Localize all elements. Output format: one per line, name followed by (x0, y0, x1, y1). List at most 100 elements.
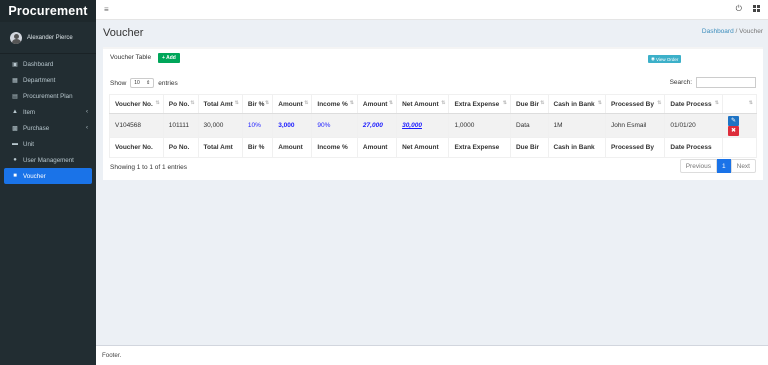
truck-icon: ▬ (12, 141, 18, 147)
cell-total-amt: 30,000 (197, 113, 243, 138)
column-footer: Due Bir (509, 137, 549, 158)
eye-icon: ◉ (651, 56, 655, 61)
cell-po-no: 101111 (162, 113, 199, 138)
column-footer: Po No. (162, 137, 199, 158)
sidebar-item-label: Voucher (23, 172, 46, 180)
cell-extra-expense: 1,0000 (448, 113, 511, 138)
column-footer: Voucher No. (109, 137, 164, 158)
menu-toggle-icon[interactable]: ≡ (104, 5, 109, 14)
sidebar-item-purchase[interactable]: ▩ Purchase ‹ (0, 120, 96, 136)
sidebar-item-unit[interactable]: ▬ Unit (0, 136, 96, 152)
edit-icon[interactable]: ✎ (728, 115, 739, 126)
column-footer (722, 137, 757, 158)
next-button[interactable]: Next (730, 159, 756, 173)
cell-voucher-no: V104568 (109, 113, 164, 138)
cell-cash-in-bank: 1M (547, 113, 606, 138)
sort-icon: ⇅ (388, 100, 394, 106)
sidebar-item-label: User Management (23, 156, 74, 164)
sidebar: Procurement Alexander Pierce ▣ Dashboard… (0, 0, 96, 365)
brand-logo[interactable]: Procurement (0, 0, 96, 22)
dashboard-icon: ▣ (12, 61, 18, 68)
users-icon: ● (13, 157, 17, 163)
page-title: Voucher (103, 27, 144, 39)
cell-amount-2: 27,000 (356, 113, 398, 138)
add-button[interactable]: + Add (158, 53, 180, 63)
briefcase-icon: ▩ (12, 125, 18, 132)
column-footer: Amount (356, 137, 398, 158)
footer-text: Footer. (102, 352, 122, 359)
sort-icon: ⇅ (265, 100, 270, 106)
column-footer: Extra Expense (448, 137, 511, 158)
column-header[interactable]: Extra Expense ⇅ (448, 94, 511, 114)
voucher-icon: ■ (13, 173, 17, 179)
page-1-button[interactable]: 1 (717, 159, 731, 173)
entries-label: entries (158, 79, 178, 87)
breadcrumb-dashboard[interactable]: Dashboard (702, 28, 734, 35)
table-row: V104568 101111 30,000 10% 3,000 90% 27,0… (109, 113, 757, 138)
sort-icon: ⇅ (304, 100, 309, 106)
sort-icon: ⇅ (190, 100, 195, 106)
sidebar-item-item[interactable]: ▲ Item ‹ (0, 104, 96, 120)
delete-icon[interactable]: ✖ (728, 125, 739, 136)
sort-icon: ⇅ (155, 100, 160, 106)
column-header[interactable]: Processed By ⇅ (604, 94, 666, 114)
column-footer: Bir % (241, 137, 274, 158)
user-panel: Alexander Pierce (0, 22, 96, 54)
cell-amount: 3,000 (272, 113, 313, 138)
column-header[interactable]: Income % ⇅ (311, 94, 358, 114)
column-header[interactable]: Amount ⇅ (272, 94, 313, 114)
sidebar-item-label: Unit (23, 140, 35, 148)
column-header[interactable]: Total Amt ⇅ (197, 94, 243, 114)
sidebar-menu: ▣ Dashboard ▦ Department ▤ Procurement P… (0, 56, 96, 184)
grid-icon[interactable] (753, 5, 760, 12)
column-header[interactable]: Due Bir ⇅ (509, 94, 549, 114)
sort-icon: ⇅ (234, 100, 239, 106)
column-header[interactable]: Voucher No. ⇅ (109, 94, 164, 114)
column-header[interactable]: Bir % ⇅ (241, 94, 274, 114)
sort-icon: ⇅ (349, 100, 354, 106)
sidebar-item-label: Item (23, 108, 36, 116)
cell-due-bir: Data (509, 113, 549, 138)
cell-income-pct: 90% (311, 113, 358, 138)
column-footer: Date Process (664, 137, 723, 158)
sidebar-item-voucher[interactable]: ■ Voucher (4, 168, 92, 184)
sidebar-item-department[interactable]: ▦ Department (0, 72, 96, 88)
column-footer: Amount (272, 137, 313, 158)
sidebar-item-dashboard[interactable]: ▣ Dashboard (0, 56, 96, 72)
column-footer: Total Amt (197, 137, 243, 158)
entries-value: 10 (134, 80, 140, 86)
sort-icon: ⇅ (502, 100, 507, 106)
search-label: Search: (669, 79, 692, 86)
sidebar-item-user-management[interactable]: ● User Management (0, 152, 96, 168)
search-input[interactable] (696, 77, 756, 88)
column-header[interactable]: Cash in Bank ⇅ (547, 94, 606, 114)
sort-icon: ⇅ (657, 100, 662, 106)
power-icon[interactable]: ⏻ (736, 4, 742, 14)
sidebar-item-procurement-plan[interactable]: ▤ Procurement Plan (0, 88, 96, 104)
sort-icon: ⇅ (748, 100, 753, 106)
column-header[interactable]: Amount ⇅ (356, 94, 398, 114)
topbar: ≡ ⏻ (96, 0, 768, 20)
voucher-box: Voucher Table + Add ◉ View Order Show 10… (103, 47, 763, 180)
chevron-updown-icon: ⇕ (146, 80, 151, 86)
entries-select[interactable]: 10 ⇕ (130, 78, 155, 88)
sidebar-item-label: Dashboard (23, 60, 54, 68)
column-header[interactable]: Po No. ⇅ (162, 94, 199, 114)
column-header-actions[interactable]: ⇅ (722, 94, 757, 114)
column-footer: Net Amount (396, 137, 450, 158)
user-name: Alexander Pierce (27, 34, 73, 41)
sidebar-item-label: Department (23, 76, 56, 84)
column-header[interactable]: Date Process ⇅ (664, 94, 723, 114)
breadcrumb-current: Voucher (739, 28, 763, 35)
view-order-button[interactable]: ◉ View Order (648, 55, 682, 63)
cart-icon: ▲ (12, 109, 18, 115)
chevron-left-icon: ‹ (86, 125, 88, 131)
voucher-table: Voucher No. ⇅ Po No. ⇅ Total Amt ⇅ Bir % ⇅ A… (109, 94, 757, 158)
cell-date-process: 01/01/20 (664, 113, 723, 138)
box-title: Voucher Table (110, 54, 152, 61)
cell-processed-by: John Esmail (604, 113, 666, 138)
column-header[interactable]: Net Amount ⇅ (396, 94, 450, 114)
pagination: Previous 1 Next (679, 159, 756, 173)
cell-bir-pct: 10% (241, 113, 274, 138)
previous-button[interactable]: Previous (679, 159, 717, 173)
